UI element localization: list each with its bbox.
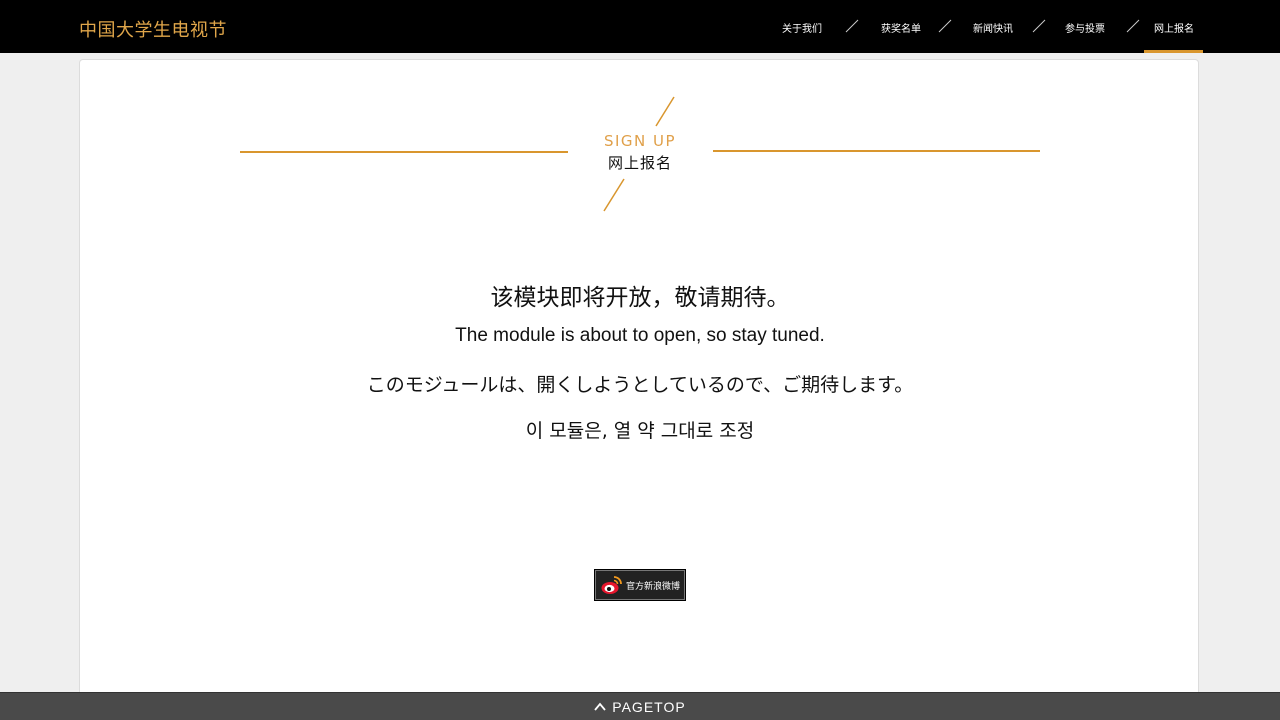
notice-english: The module is about to open, so stay tun… [455, 325, 825, 346]
notice-japanese: このモジュールは、開くしようとしているので、ご期待します。 [366, 374, 914, 396]
nav-item-awards[interactable]: 获奖名单 [881, 20, 921, 35]
notice-korean: 이 모듈은, 열 약 그대로 조정 [525, 420, 755, 442]
nav-item-vote[interactable]: 参与投票 [1065, 20, 1105, 35]
nav-separator [1126, 19, 1140, 33]
nav-item-about[interactable]: 关于我们 [782, 20, 822, 35]
chevron-up-icon [594, 702, 606, 711]
section-header-decoration [240, 96, 1040, 212]
nav-separator [845, 19, 859, 33]
pagetop-label: PAGETOP [612, 698, 686, 715]
site-logo[interactable]: 中国大学生电视节 [79, 16, 227, 42]
pagetop-button[interactable]: PAGETOP [0, 692, 1280, 720]
nav-active-indicator [1144, 50, 1203, 53]
weibo-button[interactable]: 官方新浪微博 [595, 570, 685, 600]
weibo-icon [601, 576, 622, 594]
nav-item-signup[interactable]: 网上报名 [1154, 20, 1194, 35]
main-content-card: SIGN UP 网上报名 该模块即将开放，敬请期待。 The module is… [79, 59, 1199, 719]
section-title-cn: 网上报名 [607, 154, 672, 172]
nav-separator [938, 19, 952, 33]
nav-item-news[interactable]: 新闻快讯 [973, 20, 1013, 35]
weibo-label: 官方新浪微博 [626, 581, 681, 592]
top-navigation-bar: 中国大学生电视节 关于我们 获奖名单 新闻快讯 参与投票 网上报名 [0, 0, 1280, 53]
section-title-en: SIGN UP [603, 132, 677, 150]
nav-separator [1032, 19, 1046, 33]
notice-chinese: 该模块即将开放，敬请期待。 [490, 285, 790, 311]
